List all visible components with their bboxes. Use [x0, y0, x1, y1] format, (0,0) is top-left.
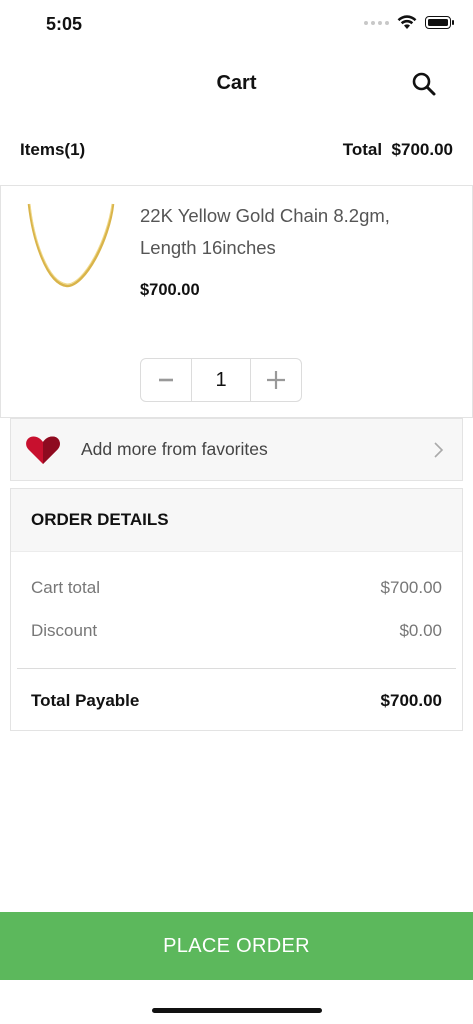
- plus-icon: [267, 371, 285, 389]
- order-details-panel: ORDER DETAILS Cart total $700.00 Discoun…: [10, 488, 463, 731]
- wifi-icon: [397, 15, 417, 29]
- place-order-button[interactable]: PLACE ORDER: [0, 912, 473, 980]
- heart-icon: [26, 435, 60, 464]
- quantity-value[interactable]: 1: [191, 359, 251, 401]
- total-payable-label: Total Payable: [31, 691, 140, 710]
- quantity-stepper: 1: [140, 358, 302, 402]
- product-price: $700.00: [140, 281, 200, 299]
- product-name[interactable]: 22K Yellow Gold Chain 8.2gm, Length 16in…: [140, 200, 440, 264]
- cart-summary: Items(1) Total $700.00: [20, 140, 453, 160]
- discount-value: $0.00: [399, 621, 442, 640]
- status-bar: 5:05: [0, 0, 473, 50]
- total-payable-value: $700.00: [380, 691, 442, 710]
- favorites-label: Add more from favorites: [81, 439, 268, 459]
- cellular-signal-icon: [364, 20, 389, 25]
- cart-total-row: Cart total $700.00: [31, 578, 442, 598]
- status-time: 5:05: [46, 14, 83, 34]
- order-details-title: ORDER DETAILS: [11, 489, 462, 552]
- increase-quantity-button[interactable]: [251, 359, 301, 401]
- total-value: $700.00: [391, 140, 453, 159]
- battery-icon: [425, 16, 454, 29]
- decrease-quantity-button[interactable]: [141, 359, 191, 401]
- minus-icon: [159, 378, 173, 382]
- cart-total-summary: Total $700.00: [343, 140, 453, 160]
- cart-total-label: Cart total: [31, 578, 100, 597]
- add-from-favorites-row[interactable]: Add more from favorites: [10, 418, 463, 481]
- cart-total-value: $700.00: [380, 578, 442, 597]
- search-icon[interactable]: [411, 71, 437, 97]
- total-label: Total: [342, 140, 383, 159]
- home-indicator: [152, 1008, 322, 1013]
- items-count: Items(1): [20, 140, 86, 159]
- discount-row: Discount $0.00: [31, 621, 442, 641]
- discount-label: Discount: [31, 621, 98, 640]
- gold-chain-image: [27, 203, 115, 288]
- page-title: Cart: [216, 72, 257, 94]
- status-icons: [364, 15, 454, 30]
- cart-item-card: 22K Yellow Gold Chain 8.2gm, Length 16in…: [0, 185, 473, 418]
- divider: [17, 668, 456, 669]
- total-payable-row: Total Payable $700.00: [31, 691, 442, 711]
- chevron-right-icon: [434, 441, 444, 458]
